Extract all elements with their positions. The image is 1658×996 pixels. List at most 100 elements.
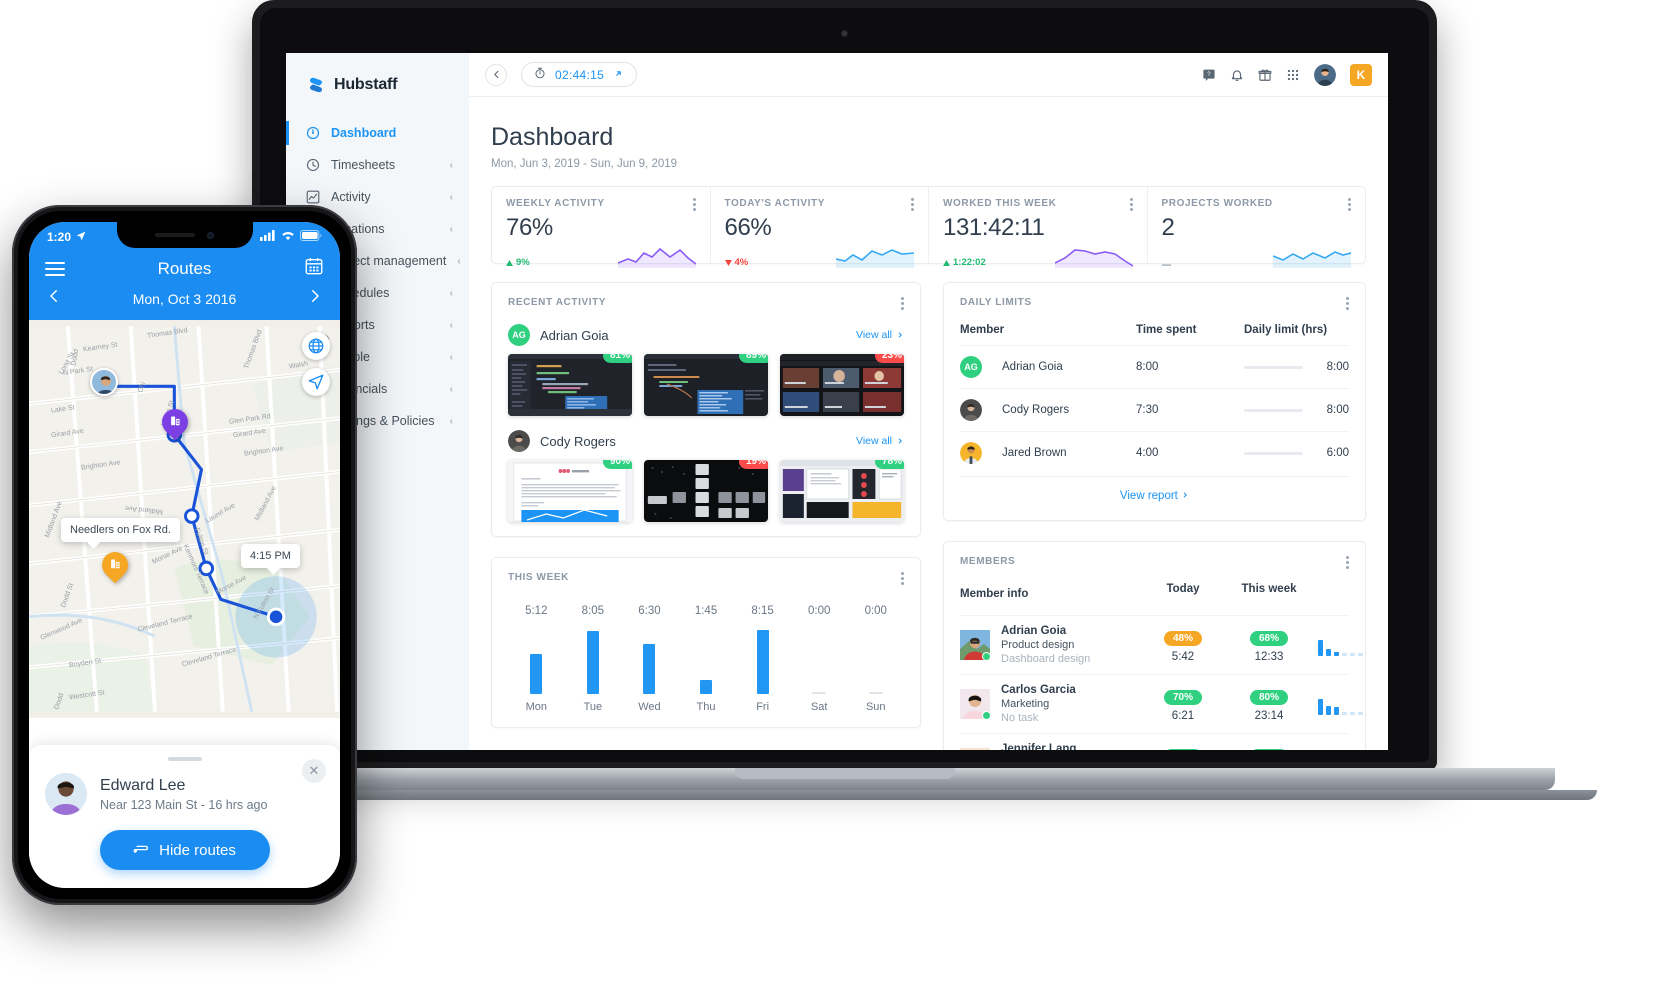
place-tooltip: Needlers on Fox Rd.: [61, 518, 180, 542]
close-icon[interactable]: ✕: [302, 759, 326, 783]
daily-limits-menu-button[interactable]: [1346, 297, 1349, 310]
recent-activity-menu-button[interactable]: [901, 297, 904, 310]
view-all-link[interactable]: View all: [856, 435, 904, 447]
chart-bar: [868, 692, 883, 694]
members-menu-button[interactable]: [1346, 556, 1349, 569]
sidebar-item-timesheets[interactable]: Timesheets ‹: [286, 149, 469, 181]
initial-badge[interactable]: K: [1350, 63, 1372, 86]
column-header: Daily limit (hrs): [1244, 324, 1328, 336]
triangle-up-icon: [943, 259, 950, 266]
navigate-icon[interactable]: [302, 368, 330, 396]
daily-limits-header: Member Time spent Daily limit (hrs): [960, 310, 1349, 345]
hide-routes-label: Hide routes: [159, 841, 236, 859]
screenshot-thumb[interactable]: 78%: [780, 460, 904, 522]
daily-limit-value: 6:00: [1326, 447, 1349, 459]
current-date: Mon, Oct 3 2016: [132, 290, 237, 307]
today-hours: 5:42: [1171, 650, 1195, 663]
screenshot-thumb[interactable]: 90%: [508, 460, 632, 522]
sidebar-label: Activity: [331, 190, 371, 204]
avatar-initials: AG: [960, 356, 982, 378]
stat-value: 66%: [724, 214, 772, 241]
route-map[interactable]: Thomas Blvd Kearney St Dodd Long St N Pa…: [29, 320, 340, 718]
avatar[interactable]: [1314, 63, 1336, 86]
chart-bar: [586, 631, 599, 694]
sparkline-today: [836, 249, 914, 268]
recent-activity-card: RECENT ACTIVITY AG Adrian Goia View all …: [491, 282, 921, 537]
globe-icon[interactable]: [302, 332, 330, 360]
activity-percent-badge: 23%: [874, 354, 904, 363]
avatar: [960, 689, 991, 720]
next-day-button[interactable]: [306, 287, 324, 310]
avatar: AG: [508, 324, 530, 346]
member-role: Product design: [1001, 639, 1075, 651]
laptop-lid: Hubstaff Dashboard Timesheets ‹ Activity…: [252, 0, 1437, 770]
daily-limit-value: 8:00: [1326, 404, 1349, 416]
daily-limits-card: DAILY LIMITS Member Time spent Daily lim…: [943, 282, 1366, 521]
stat-delta: 1:22:02: [943, 257, 986, 268]
stat-delta-value: 9%: [516, 257, 530, 268]
bar-day-label: Tue: [583, 701, 603, 713]
expand-icon[interactable]: [613, 68, 624, 82]
week-percent-badge: 80%: [1249, 689, 1288, 705]
timer-icon: [534, 67, 546, 82]
stat-delta-value: 4%: [734, 257, 749, 268]
stat-delta: [1161, 262, 1174, 268]
grid-icon[interactable]: [1286, 68, 1300, 82]
stat-delta-value: 1:22:02: [953, 257, 986, 268]
hamburger-icon[interactable]: [45, 258, 65, 280]
help-icon[interactable]: ?: [1202, 68, 1216, 82]
stat-value: 131:42:11: [943, 214, 1045, 241]
back-button[interactable]: [485, 63, 507, 86]
dash-icon: [1161, 264, 1171, 266]
view-report-link[interactable]: View report: [960, 476, 1349, 506]
hide-routes-button[interactable]: Hide routes: [99, 830, 270, 870]
gift-icon[interactable]: [1258, 68, 1272, 82]
laptop-camera: [841, 30, 848, 37]
column-header: Today: [1166, 583, 1200, 595]
front-camera-icon: [207, 231, 214, 239]
timer-widget[interactable]: 02:44:15: [521, 62, 638, 87]
screenshot-thumb[interactable]: 19%: [644, 460, 768, 522]
stat-worked-this-week: WORKED THIS WEEK 131:42:11 1:22:02: [928, 187, 1147, 268]
stat-menu-button[interactable]: [1348, 198, 1351, 211]
stat-label: PROJECTS WORKED: [1161, 198, 1273, 209]
chevron-right-icon: ‹: [449, 319, 453, 331]
route-icon: [133, 841, 151, 859]
chevron-right-icon: ‹: [449, 415, 453, 427]
triangle-down-icon: [724, 259, 732, 266]
member-name: Jennifer Lang: [1001, 743, 1077, 750]
status-time: 1:20: [47, 230, 72, 244]
chart-bar: [756, 630, 769, 694]
avatar: [508, 430, 530, 452]
prev-day-button[interactable]: [45, 287, 63, 310]
bell-icon[interactable]: [1230, 68, 1244, 82]
hubstaff-logo-icon: [306, 75, 326, 95]
person-name: Adrian Goia: [540, 327, 609, 343]
bar-day-label: Mon: [525, 701, 547, 713]
page-date-range: Mon, Jun 3, 2019 - Sun, Jun 9, 2019: [491, 158, 678, 170]
week-percent-badge: 68%: [1249, 630, 1288, 646]
sidebar-label: Dashboard: [331, 126, 397, 140]
stat-menu-button[interactable]: [1129, 198, 1133, 211]
screenshot-thumb[interactable]: 89%: [644, 354, 768, 416]
chart-bar: [643, 644, 656, 694]
dashboard-page: Dashboard Mon, Jun 3, 2019 - Sun, Jun 9,…: [469, 97, 1388, 750]
daily-limit-value: 8:00: [1326, 361, 1349, 373]
stat-weekly-activity: WEEKLY ACTIVITY 76% 9%: [492, 187, 710, 268]
screenshot-thumb[interactable]: 23%: [780, 354, 904, 416]
view-all-link[interactable]: View all: [856, 329, 904, 341]
time-spent: 8:00: [1136, 361, 1159, 373]
online-status-dot: [982, 652, 991, 661]
screenshot-thumb[interactable]: 81%: [508, 354, 632, 416]
sheet-grabber[interactable]: [167, 757, 202, 761]
stat-menu-button[interactable]: [692, 198, 696, 211]
chevron-right-icon: ‹: [457, 255, 461, 267]
chart-column: 8:05 Tue: [565, 605, 622, 713]
stat-menu-button[interactable]: [911, 198, 914, 211]
this-week-menu-button[interactable]: [901, 572, 904, 585]
members-label: MEMBERS: [960, 556, 1016, 567]
dashboard-panels: RECENT ACTIVITY AG Adrian Goia View all …: [491, 282, 1366, 750]
calendar-icon[interactable]: [304, 256, 324, 281]
members-card: MEMBERS Member info Today This week Adri…: [943, 541, 1366, 750]
sidebar-item-dashboard[interactable]: Dashboard: [286, 117, 469, 149]
